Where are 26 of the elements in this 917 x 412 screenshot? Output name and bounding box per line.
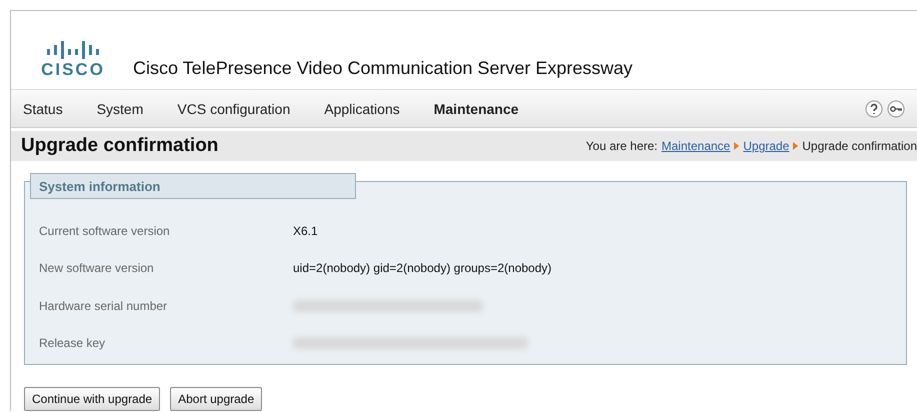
section-title: System information: [30, 173, 356, 199]
logo-text: CISCO: [41, 61, 105, 79]
logo-bars-icon: [46, 41, 100, 59]
help-icon[interactable]: [865, 100, 883, 118]
action-button[interactable]: Abort upgrade: [170, 387, 262, 411]
nav-tab[interactable]: Applications: [324, 100, 400, 116]
field-label: Current software version: [39, 224, 171, 238]
field-value: X6.1: [293, 224, 318, 238]
breadcrumb-link[interactable]: Maintenance: [662, 139, 730, 153]
nav-tab[interactable]: Status: [23, 100, 63, 116]
nav-tab[interactable]: System: [96, 100, 144, 116]
field-label: Release key: [39, 336, 106, 350]
nav-tab[interactable]: VCS configuration: [177, 100, 290, 116]
action-button[interactable]: Continue with upgrade: [24, 387, 160, 411]
field-label: New software version: [39, 261, 155, 276]
field-value: uid=2(nobody) gid=2(nobody) groups=2(nobody): [293, 261, 552, 276]
nav-tab[interactable]: Maintenance: [434, 100, 519, 116]
breadcrumb-current: Upgrade confirmation: [802, 139, 917, 153]
page-title: Upgrade confirmation: [21, 135, 218, 157]
separator-icon: [793, 142, 798, 150]
separator-icon: [734, 142, 740, 150]
breadcrumb-link[interactable]: Upgrade: [743, 139, 790, 153]
field-label: Hardware serial number: [39, 298, 168, 313]
logout-icon[interactable]: [887, 100, 905, 118]
app-title: Cisco TelePresence Video Communication Server Expressway: [133, 57, 633, 79]
breadcrumb-label: You are here:: [586, 139, 658, 153]
